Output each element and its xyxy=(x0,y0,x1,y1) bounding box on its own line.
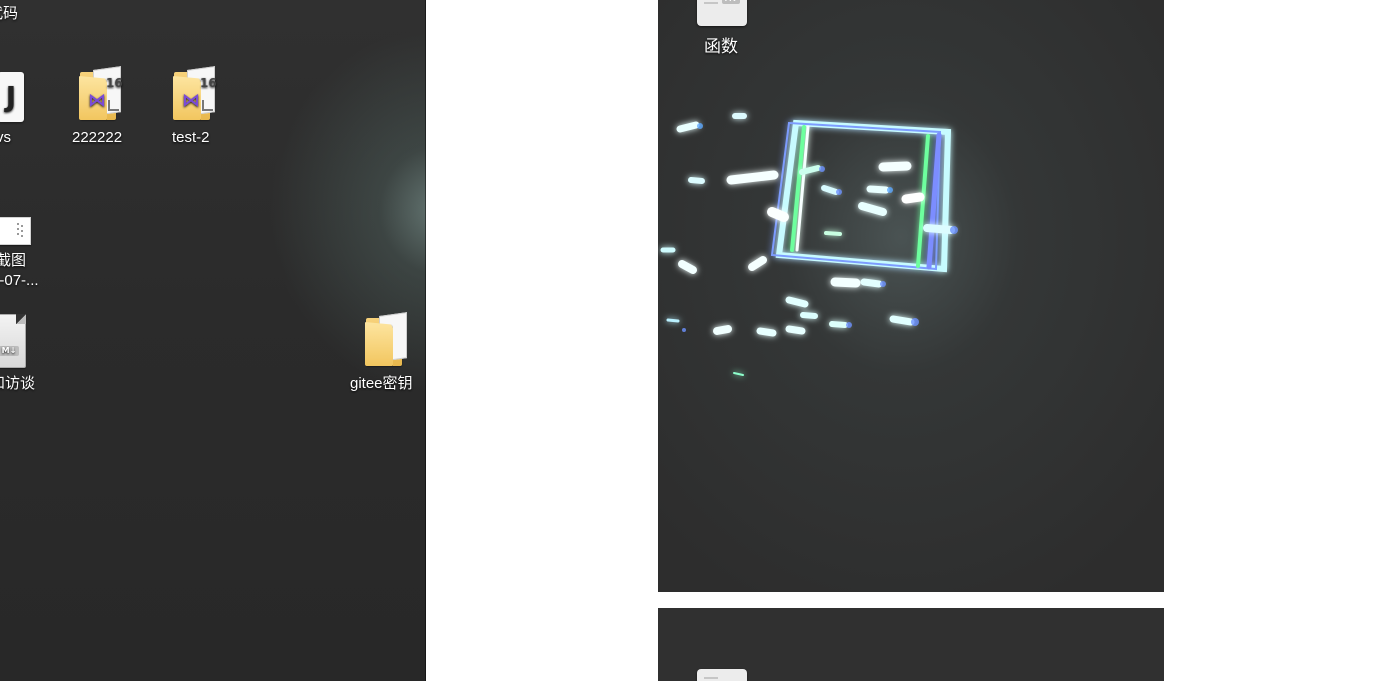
desktop-screenshot-file[interactable]: 屏幕截图 2021-07-... xyxy=(0,216,48,294)
desktop-item-label-function[interactable]: 函数 xyxy=(704,36,738,58)
visual-studio-icon: ⋈ xyxy=(88,90,106,111)
visual-studio-folder-icon: ⋈ 16 xyxy=(173,66,217,120)
document-folder-icon xyxy=(365,312,407,366)
wallpaper-preview-panel: M↓ 函数 xyxy=(658,0,1164,592)
lower-dark-panel xyxy=(658,608,1164,681)
visual-studio-folder-icon: ⋈ 16 xyxy=(79,66,123,120)
desktop-item-label: 代码 xyxy=(0,5,19,22)
desktop-item-label: vs xyxy=(0,129,11,146)
document-lines-icon xyxy=(704,677,718,679)
version-badge: 16 xyxy=(106,76,123,90)
desktop-item-label: test-2 xyxy=(172,129,210,146)
desktop-folder-222222[interactable]: ⋈ 16 222222 xyxy=(70,66,130,152)
markdown-badge: M↓ xyxy=(722,0,740,4)
version-badge: 16 xyxy=(200,76,217,90)
desktop-item-label-line-1: 屏幕截图 xyxy=(0,252,27,269)
java-j-file-icon: J xyxy=(0,72,24,122)
corner-mark-icon xyxy=(108,100,119,111)
desktop-folder-test-2[interactable]: ⋈ 16 test-2 xyxy=(164,66,224,152)
desktop-markdown-interview-file[interactable]: M↓ 和访谈 xyxy=(0,314,46,396)
folder-front-icon xyxy=(365,322,393,366)
desktop-item-label-line-2: 2021-07-... xyxy=(0,272,39,289)
neon-glitch-cube-particles-icon xyxy=(658,0,1164,592)
left-desktop-wallpaper: 代码 J vs ⋈ 16 222222 ⋈ 16 xyxy=(0,0,426,681)
screenshot-image-icon xyxy=(0,217,31,245)
desktop-item-code-label-top[interactable]: 代码 xyxy=(0,4,18,24)
desktop-item-label: 和访谈 xyxy=(0,375,36,392)
desktop-gitee-key-folder[interactable]: gitee密钥 xyxy=(347,312,421,396)
corner-mark-icon xyxy=(202,100,213,111)
markdown-file-icon: M↓ xyxy=(0,314,26,368)
markdown-badge: M↓ xyxy=(0,346,19,356)
document-icon[interactable] xyxy=(697,669,747,681)
desktop-item-label: 222222 xyxy=(72,129,123,146)
screen: 代码 J vs ⋈ 16 222222 ⋈ 16 xyxy=(0,0,1377,681)
visual-studio-icon: ⋈ xyxy=(182,90,200,111)
desktop-item-vs[interactable]: J vs xyxy=(0,72,30,152)
markdown-file-icon[interactable]: M↓ xyxy=(697,0,747,26)
desktop-item-label: gitee密钥 xyxy=(350,375,413,392)
